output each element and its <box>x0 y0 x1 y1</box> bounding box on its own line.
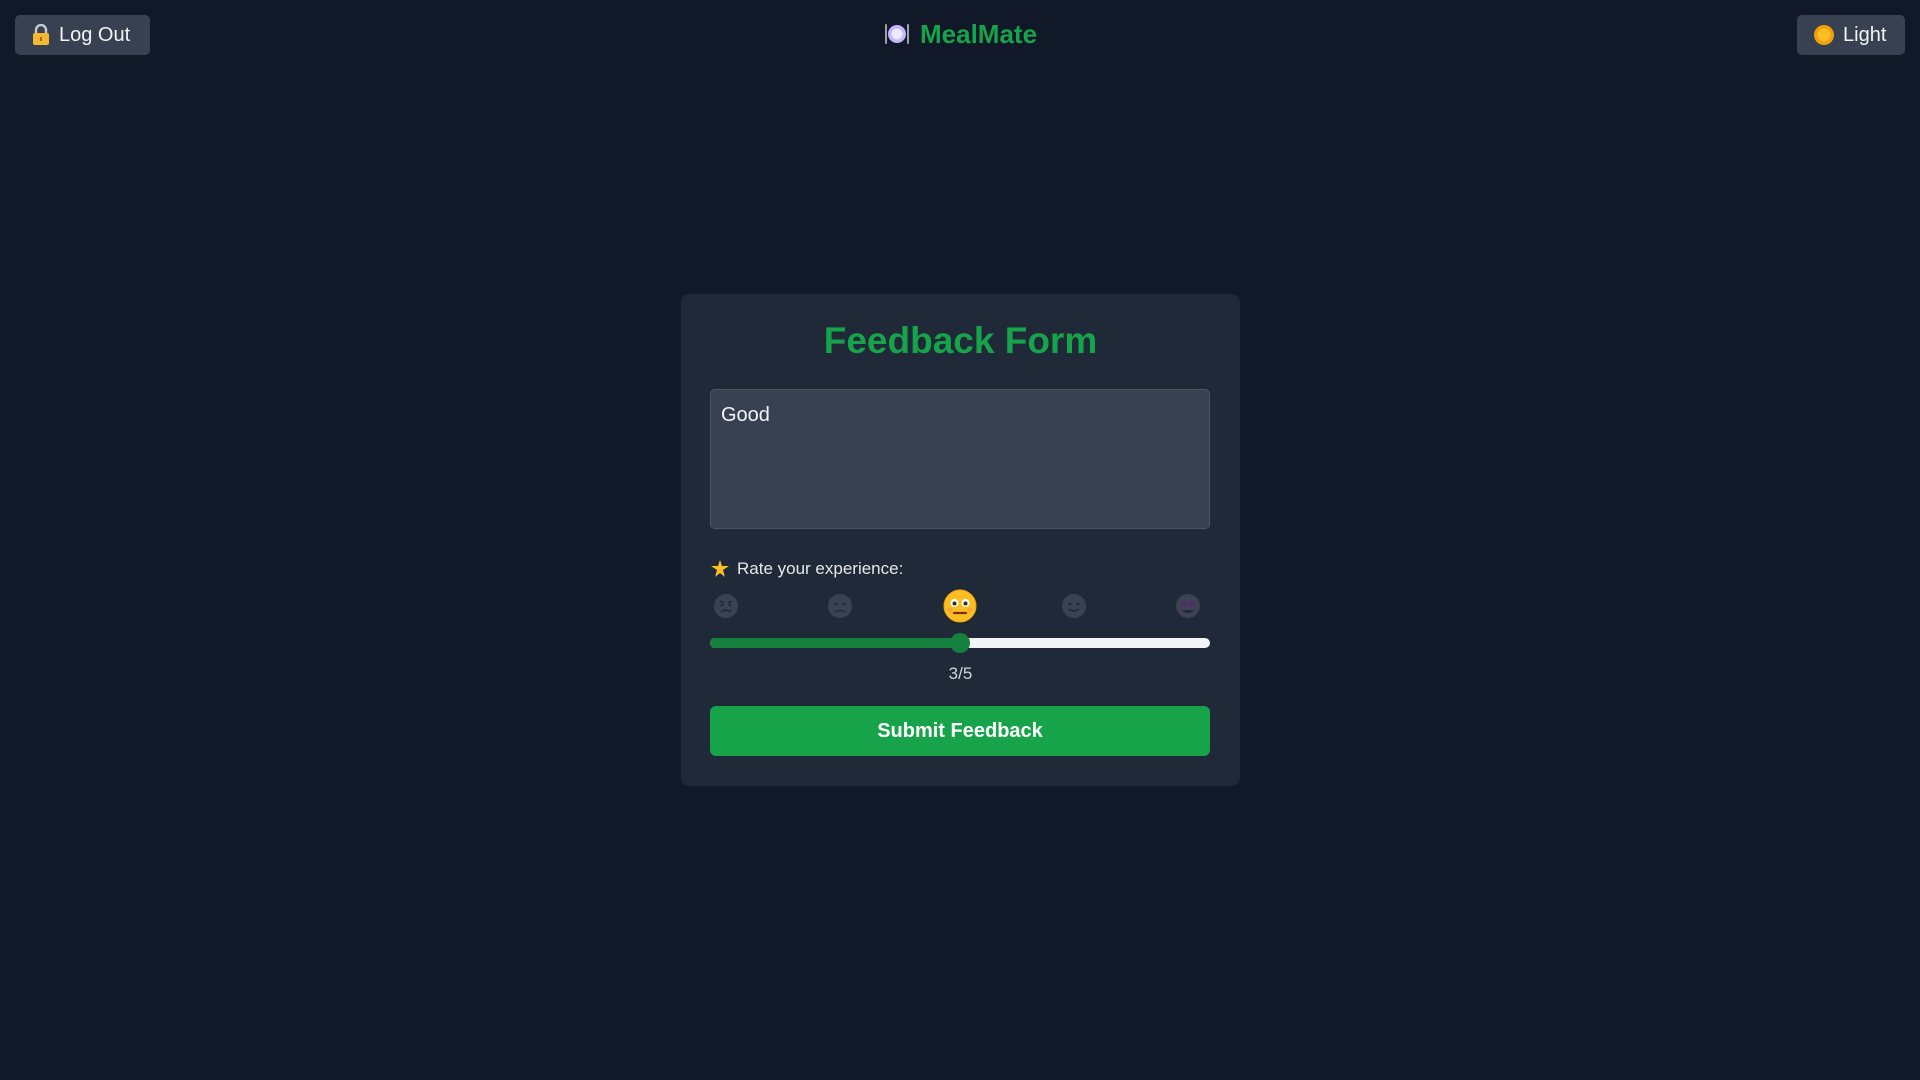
rate-label-text: Rate your experience: <box>737 559 904 578</box>
angry-face-icon[interactable] <box>708 588 744 624</box>
top-bar: Log Out MealMate Light <box>0 0 1920 70</box>
logout-label: Log Out <box>59 23 131 46</box>
logout-button[interactable]: Log Out <box>15 15 150 55</box>
theme-label: Light <box>1843 23 1887 46</box>
smiling-face-icon[interactable] <box>1056 588 1092 624</box>
theme-toggle-button[interactable]: Light <box>1797 15 1905 55</box>
slider-thumb[interactable] <box>950 633 970 653</box>
feedback-textarea[interactable]: Good <box>710 389 1210 529</box>
rate-label: Rate your experience: <box>711 559 903 579</box>
submit-feedback-button[interactable]: Submit Feedback <box>710 706 1210 756</box>
form-title: Feedback Form <box>823 320 1098 361</box>
slider-fill <box>710 638 960 648</box>
neutral-face-icon[interactable] <box>942 588 978 624</box>
brand-name: MealMate <box>920 18 1038 49</box>
rating-slider[interactable] <box>710 633 1210 653</box>
sad-face-icon[interactable] <box>822 588 858 624</box>
feedback-card: Feedback Form Good Rate your experience: <box>681 294 1240 786</box>
sparkle-icon <box>711 560 729 578</box>
star-eyes-face-icon[interactable] <box>1170 588 1206 624</box>
plate-cutlery-icon <box>884 22 910 46</box>
sun-icon <box>1813 24 1835 46</box>
lock-icon <box>31 24 51 46</box>
rating-value: 3/5 <box>948 664 973 683</box>
brand: MealMate <box>884 16 1037 52</box>
emoji-rating-row <box>710 588 1210 624</box>
